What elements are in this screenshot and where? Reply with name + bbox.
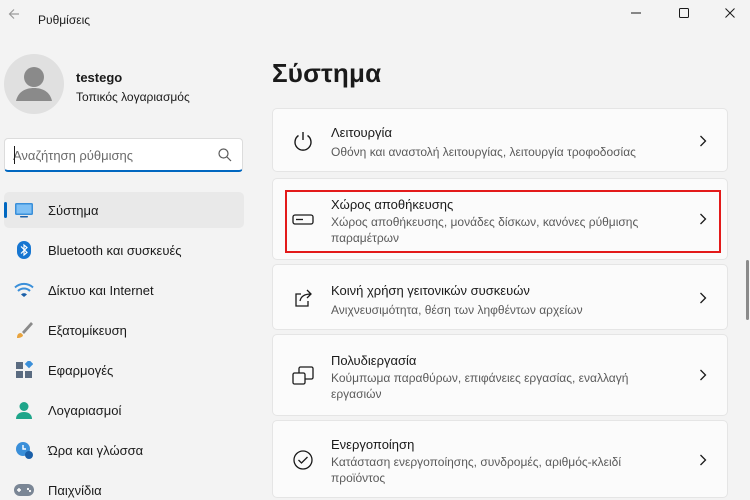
sidebar-item-label: Δίκτυο και Internet — [48, 283, 154, 298]
search-icon[interactable] — [217, 147, 233, 163]
account-type: Τοπικός λογαριασμός — [76, 90, 190, 104]
scrollbar[interactable] — [746, 260, 749, 320]
time-language-icon — [14, 441, 34, 459]
multitasking-icon — [291, 364, 315, 388]
sidebar-item-network[interactable]: Δίκτυο και Internet — [4, 272, 244, 308]
sidebar-item-bluetooth[interactable]: Bluetooth και συσκευές — [4, 232, 244, 268]
bluetooth-icon — [14, 241, 34, 259]
sidebar-item-apps[interactable]: Εφαρμογές — [4, 352, 244, 388]
card-title: Χώρος αποθήκευσης — [331, 197, 454, 212]
back-button[interactable] — [4, 4, 24, 24]
sidebar-item-time-language[interactable]: Ώρα και γλώσσα — [4, 432, 244, 468]
title-bar: Ρυθμίσεις — [0, 0, 750, 30]
search-box[interactable] — [4, 138, 243, 172]
app-title: Ρυθμίσεις — [38, 13, 91, 27]
card-description: Χώρος αποθήκευσης, μονάδες δίσκων, κανόν… — [331, 215, 639, 245]
sidebar-item-label: Bluetooth και συσκευές — [48, 243, 182, 258]
accounts-icon — [14, 401, 34, 419]
card-title: Λειτουργία — [331, 125, 392, 140]
chevron-right-icon — [697, 454, 709, 466]
chevron-right-icon — [697, 369, 709, 381]
user-silhouette-icon — [16, 67, 52, 101]
card-description: Κατάσταση ενεργοποίησης, συνδρομές, αριθ… — [331, 455, 622, 485]
apps-icon — [14, 361, 34, 379]
sidebar-item-gaming[interactable]: Παιχνίδια — [4, 472, 244, 500]
sidebar-item-label: Παιχνίδια — [48, 483, 102, 498]
card-description: Οθόνη και αναστολή λειτουργίας, λειτουργ… — [331, 145, 636, 159]
card-multitasking[interactable]: Πολυδιεργασία Κούμπωμα παραθύρων, επιφάν… — [272, 334, 728, 416]
system-icon — [14, 201, 34, 219]
close-icon — [725, 8, 735, 18]
page-title: Σύστημα — [272, 58, 382, 88]
activation-icon — [291, 448, 315, 472]
card-title: Ενεργοποίηση — [331, 437, 415, 452]
sidebar-nav: Σύστημα Bluetooth και συσκευές Δίκτυο κα… — [4, 192, 244, 500]
brush-icon — [14, 321, 34, 339]
sidebar-item-label: Σύστημα — [48, 203, 99, 218]
gaming-icon — [14, 481, 34, 499]
chevron-right-icon — [697, 135, 709, 147]
chevron-right-icon — [697, 292, 709, 304]
sidebar-item-label: Ώρα και γλώσσα — [48, 443, 144, 458]
storage-icon — [291, 208, 315, 232]
sidebar-item-label: Λογαριασμοί — [48, 403, 122, 418]
card-description: Ανιχνευσιμότητα, θέση των ληφθέντων αρχε… — [331, 303, 583, 317]
card-nearby-sharing[interactable]: Κοινή χρήση γειτονικών συσκευών Ανιχνευσ… — [272, 264, 728, 330]
back-arrow-icon — [8, 9, 19, 19]
sidebar-item-personalization[interactable]: Εξατομίκευση — [4, 312, 244, 348]
maximize-button[interactable] — [662, 0, 706, 26]
sidebar-item-accounts[interactable]: Λογαριασμοί — [4, 392, 244, 428]
maximize-icon — [679, 8, 689, 18]
card-power[interactable]: Λειτουργία Οθόνη και αναστολή λειτουργία… — [272, 108, 728, 172]
search-input[interactable] — [13, 145, 213, 165]
card-storage[interactable]: Χώρος αποθήκευσης Χώρος αποθήκευσης, μον… — [272, 178, 728, 260]
sidebar-item-label: Εφαρμογές — [48, 363, 114, 378]
sidebar-item-system[interactable]: Σύστημα — [4, 192, 244, 228]
card-title: Πολυδιεργασία — [331, 353, 417, 368]
close-button[interactable] — [708, 0, 750, 26]
card-activation[interactable]: Ενεργοποίηση Κατάσταση ενεργοποίησης, συ… — [272, 420, 728, 498]
avatar — [4, 54, 64, 114]
share-icon — [291, 286, 315, 310]
minimize-icon — [631, 12, 641, 14]
power-icon — [291, 129, 315, 153]
text-caret — [14, 146, 15, 164]
card-description: Κούμπωμα παραθύρων, επιφάνειες εργασίας,… — [331, 371, 629, 401]
user-name: testego — [76, 70, 123, 85]
chevron-right-icon — [697, 213, 709, 225]
minimize-button[interactable] — [614, 0, 658, 26]
sidebar-item-label: Εξατομίκευση — [48, 323, 127, 338]
card-title: Κοινή χρήση γειτονικών συσκευών — [331, 283, 530, 298]
wifi-icon — [14, 281, 34, 299]
